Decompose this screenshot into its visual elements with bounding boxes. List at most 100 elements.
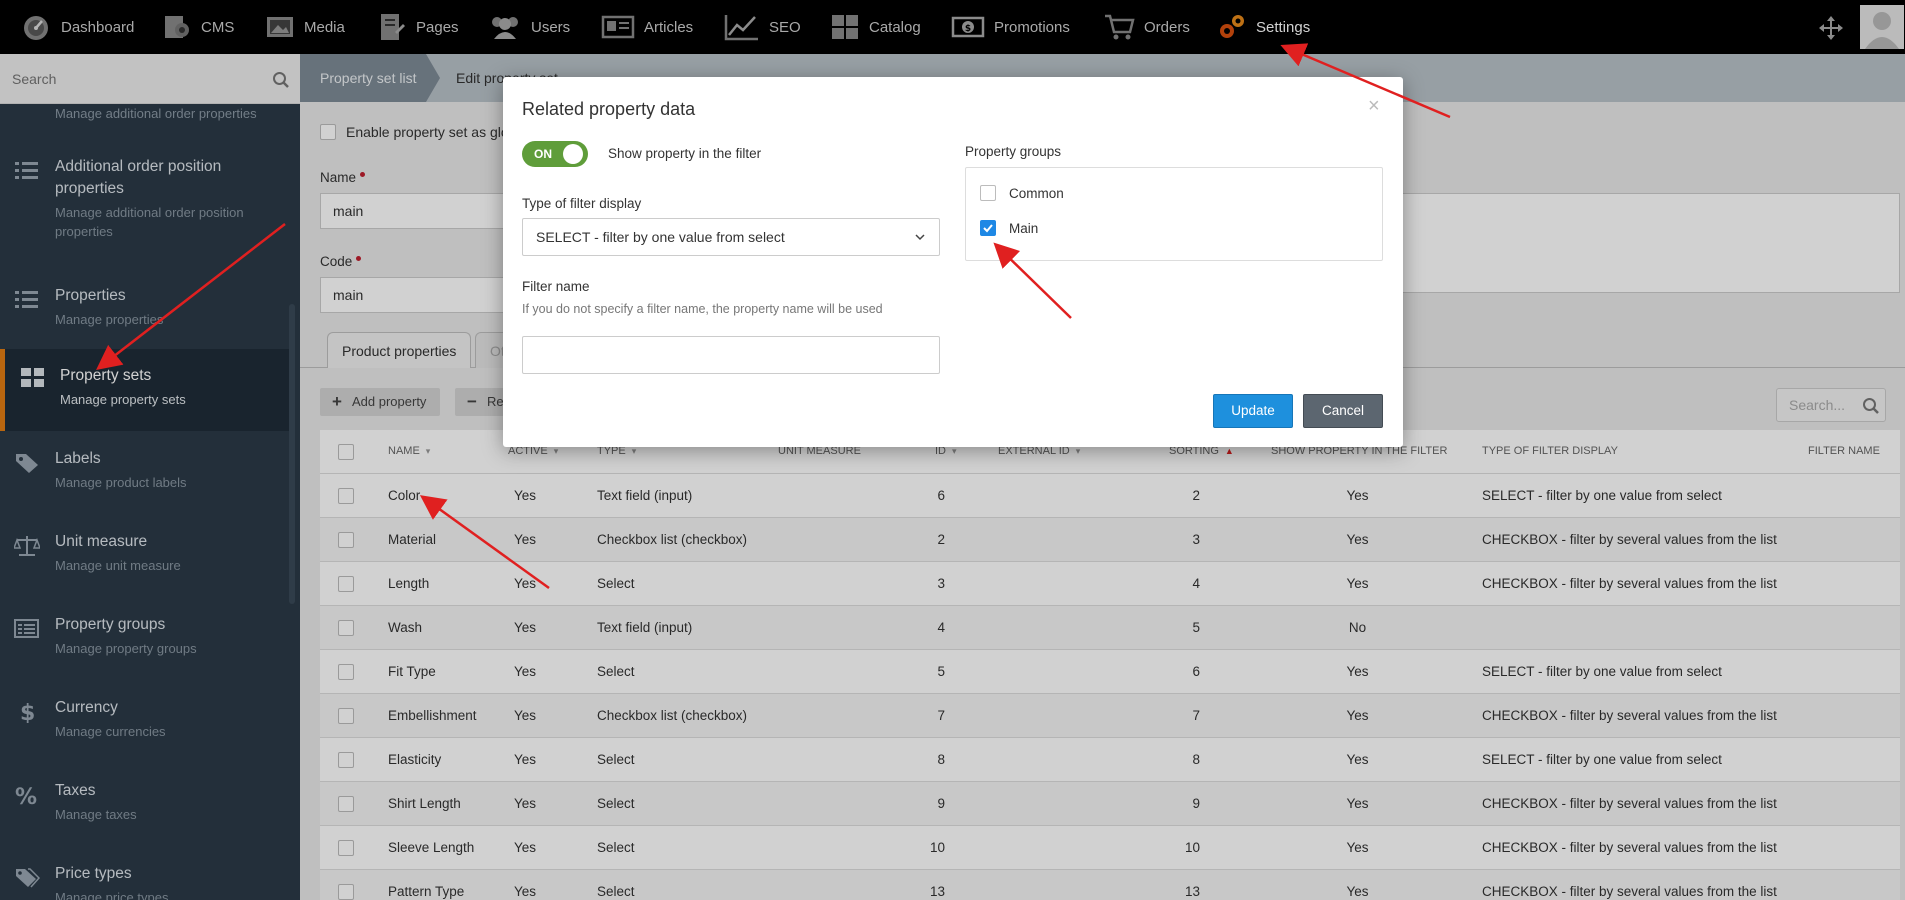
nav-users[interactable]: Users [488, 0, 570, 54]
nav-users-label: Users [531, 18, 571, 36]
sidebar-item-labels[interactable]: Labels Manage product labels [0, 448, 290, 508]
cell-active: Yes [513, 576, 537, 591]
row-checkbox[interactable] [338, 576, 354, 592]
update-button[interactable]: Update [1213, 394, 1293, 428]
row-checkbox[interactable] [338, 532, 354, 548]
add-property-label: Add property [352, 394, 427, 409]
description-textarea[interactable] [1390, 193, 1900, 293]
sidebar-item-property-sets[interactable]: Property sets Manage property sets [0, 349, 290, 431]
cancel-button[interactable]: Cancel [1303, 394, 1383, 428]
cell-filter-type: CHECKBOX - filter by several values from… [1482, 576, 1777, 591]
nav-orders[interactable]: Orders [1103, 0, 1190, 54]
nav-settings[interactable]: Settings [1217, 0, 1310, 54]
sidebar-item-price-types[interactable]: Price types Manage price types [0, 863, 290, 900]
sidebar-item-title: Taxes [55, 782, 96, 799]
filter-name-input[interactable] [522, 336, 940, 374]
cell-name: Length [388, 576, 430, 591]
cell-sorting: 3 [1192, 532, 1200, 547]
nav-catalog[interactable]: Catalog [830, 0, 921, 54]
nav-media-label: Media [304, 18, 345, 36]
tab-product-properties[interactable]: Product properties [327, 332, 472, 368]
table-row[interactable]: Sleeve Length Yes Select 10 10 Yes CHECKBOX - … [320, 826, 1900, 870]
row-checkbox[interactable] [338, 664, 354, 680]
cell-id: 5 [937, 664, 945, 679]
table-row[interactable]: Fit Type Yes Select 5 6 Yes SELECT - filter by… [320, 650, 1900, 694]
row-checkbox[interactable] [338, 752, 354, 768]
svg-text:$: $ [20, 701, 35, 723]
code-label-text: Code [320, 254, 353, 269]
required-marker [356, 255, 362, 261]
enable-global-checkbox[interactable] [320, 124, 336, 140]
select-all-checkbox[interactable] [338, 444, 354, 460]
row-checkbox[interactable] [338, 488, 354, 504]
svg-text:$: $ [965, 24, 971, 34]
sidebar-search-input[interactable] [0, 54, 270, 104]
row-checkbox[interactable] [338, 708, 354, 724]
cell-filter-type: CHECKBOX - filter by several values from… [1482, 884, 1777, 899]
table-row[interactable]: Elasticity Yes Select 8 8 Yes SELECT - filter … [320, 738, 1900, 782]
cell-type: Checkbox list (checkbox) [597, 532, 748, 547]
table-search-placeholder: Search... [1789, 397, 1846, 413]
sidebar-item-desc: Manage unit measure [55, 558, 181, 573]
filter-type-select[interactable]: SELECT - filter by one value from select [522, 218, 940, 256]
row-checkbox[interactable] [338, 796, 354, 812]
enable-global-row[interactable]: Enable property set as global [320, 124, 527, 140]
search-icon[interactable] [1862, 397, 1880, 415]
sidebar-item-additional-order-position-properties[interactable]: Additional order position properties Man… [0, 156, 290, 256]
show-in-filter-label: Show property in the filter [608, 146, 762, 161]
show-in-filter-toggle[interactable]: ON [522, 141, 588, 167]
table-row[interactable]: Embellishment Yes Checkbox list (checkbox)… [320, 694, 1900, 738]
breadcrumb-property-set-list[interactable]: Property set list [300, 54, 440, 102]
nav-media[interactable]: Media [265, 0, 345, 54]
group-common-checkbox[interactable] [980, 185, 996, 201]
nav-seo[interactable]: SEO [724, 0, 801, 54]
search-icon[interactable] [272, 71, 290, 89]
table-row[interactable]: Pattern Type Yes Select 13 13 Yes CHECKBOX - f… [320, 870, 1900, 900]
chevron-down-icon [915, 234, 925, 241]
sidebar-top-desc: Manage additional order properties [55, 106, 257, 121]
sidebar-item-taxes[interactable]: % Taxes Manage taxes [0, 780, 290, 840]
cell-sorting: 8 [1192, 752, 1200, 767]
sidebar-item-properties[interactable]: Properties Manage properties [0, 285, 290, 345]
filter-type-label: Type of filter display [522, 196, 642, 211]
cell-show-in-filter: Yes [1346, 840, 1369, 855]
sidebar-item-property-groups[interactable]: Property groups Manage property groups [0, 614, 290, 674]
sidebar-item-desc: Manage properties [55, 312, 164, 327]
close-icon[interactable]: × [1368, 95, 1380, 118]
table-row[interactable]: Shirt Length Yes Select 9 9 Yes CHECKBOX - fil… [320, 782, 1900, 826]
sidebar-item-title: Currency [55, 699, 118, 716]
sidebar: Manage additional order properties Addit… [0, 54, 300, 900]
table-row[interactable]: Material Yes Checkbox list (checkbox) 2 3 Yes… [320, 518, 1900, 562]
add-property-button[interactable]: + Add property [320, 388, 441, 416]
nav-promotions[interactable]: $ Promotions [951, 0, 1070, 54]
group-common[interactable]: Common [980, 185, 1064, 201]
table-row[interactable]: Color Yes Text field (input) 6 2 Yes SELECT - … [320, 474, 1900, 518]
table-row[interactable]: Length Yes Select 3 4 Yes CHECKBOX - filter by… [320, 562, 1900, 606]
table-row[interactable]: Wash Yes Text field (input) 4 5 No [320, 606, 1900, 650]
sidebar-item-title: Properties [55, 287, 126, 304]
cell-sorting: 2 [1192, 488, 1200, 503]
sidebar-item-currency[interactable]: $ Currency Manage currencies [0, 697, 290, 757]
nav-cms[interactable]: CMS [162, 0, 234, 54]
nav-articles[interactable]: Articles [601, 0, 693, 54]
avatar[interactable] [1860, 5, 1904, 49]
articles-icon [601, 15, 635, 39]
group-main-checkbox[interactable] [980, 220, 996, 236]
cell-id: 13 [929, 884, 945, 899]
row-checkbox[interactable] [338, 840, 354, 856]
row-checkbox[interactable] [338, 620, 354, 636]
col-name[interactable]: NAME ▾ [388, 445, 430, 457]
nav-dashboard[interactable]: Dashboard [20, 0, 134, 54]
table-search-input[interactable]: Search... [1776, 388, 1886, 422]
sidebar-scrollbar[interactable] [289, 304, 295, 604]
cell-show-in-filter: Yes [1346, 488, 1369, 503]
move-icon[interactable] [1818, 15, 1844, 41]
cell-active: Yes [513, 884, 537, 899]
row-checkbox[interactable] [338, 884, 354, 900]
sort-icon: ▾ [1075, 446, 1081, 456]
sidebar-item-unit-measure[interactable]: Unit measure Manage unit measure [0, 531, 290, 591]
cell-show-in-filter: Yes [1346, 576, 1369, 591]
nav-pages[interactable]: Pages [377, 0, 459, 54]
group-main-label: Main [1009, 220, 1039, 236]
group-main[interactable]: Main [980, 220, 1038, 236]
